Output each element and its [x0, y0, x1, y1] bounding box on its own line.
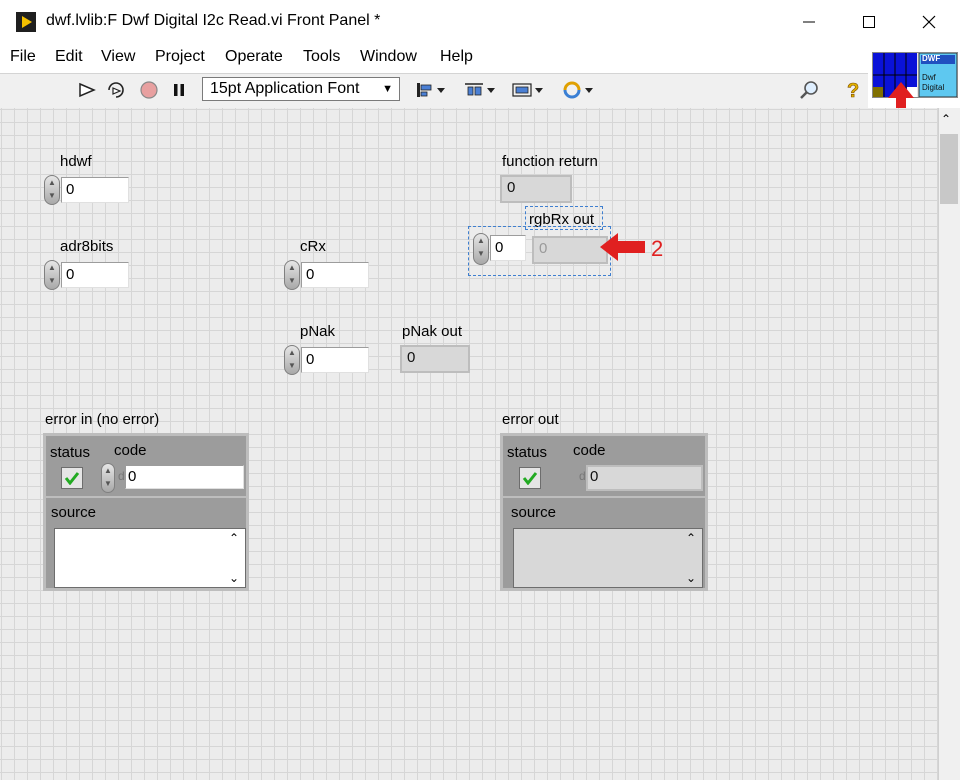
- pause-icon[interactable]: [167, 78, 191, 102]
- pnak-numeric-control[interactable]: 0: [301, 347, 369, 373]
- run-continuously-icon[interactable]: [104, 78, 128, 102]
- check-icon: [522, 472, 538, 485]
- adr8bits-label: adr8bits: [60, 238, 114, 255]
- vertical-scrollbar-thumb[interactable]: [940, 134, 958, 204]
- error-in-code-label: code: [114, 442, 147, 459]
- error-out-source-label: source: [511, 504, 557, 521]
- rgbrx-out-element: 0: [532, 236, 608, 264]
- reorder-icon[interactable]: [560, 78, 596, 102]
- vertical-scrollbar[interactable]: [938, 108, 960, 780]
- error-in-code-control[interactable]: 0: [125, 465, 244, 489]
- crx-numeric-control[interactable]: 0: [301, 262, 369, 288]
- distribute-objects-icon[interactable]: [462, 78, 498, 102]
- hdwf-numeric-control[interactable]: 0: [61, 177, 129, 203]
- scroll-down-icon[interactable]: ⌄: [682, 571, 700, 585]
- scroll-up-icon[interactable]: ⌃: [682, 531, 700, 545]
- error-out-code-radix: d: [579, 469, 586, 483]
- font-select-value: 15pt Application Font: [210, 80, 360, 97]
- help-icon[interactable]: ?: [840, 78, 864, 102]
- menu-view[interactable]: View: [101, 48, 135, 66]
- scroll-up-icon[interactable]: ⌃: [225, 531, 243, 545]
- svg-text:?: ?: [847, 80, 859, 101]
- minimize-icon: [803, 21, 815, 23]
- align-objects-icon[interactable]: [412, 78, 448, 102]
- search-icon[interactable]: [798, 78, 822, 102]
- maximize-button[interactable]: [846, 6, 892, 38]
- minimize-button[interactable]: [786, 6, 832, 38]
- error-in-label: error in (no error): [45, 411, 160, 428]
- error-out-label: error out: [502, 411, 559, 428]
- pnak-increment-decrement[interactable]: ▲ ▼: [284, 345, 300, 375]
- maximize-icon: [863, 16, 875, 28]
- connector-text-3: Digital: [922, 83, 945, 92]
- font-select[interactable]: 15pt Application Font ▼: [202, 77, 400, 101]
- adr8bits-numeric-control[interactable]: 0: [61, 262, 129, 288]
- function-return-label: function return: [502, 153, 598, 170]
- crx-label: cRx: [300, 238, 326, 255]
- menu-file[interactable]: File: [10, 48, 36, 66]
- error-in-cluster: status code ▲ ▼ d 0 source ⌃ ⌄: [43, 433, 249, 591]
- menu-tools[interactable]: Tools: [303, 48, 340, 66]
- menu-help[interactable]: Help: [440, 48, 473, 66]
- hdwf-label: hdwf: [60, 153, 92, 170]
- error-out-code-label: code: [573, 442, 606, 459]
- close-button[interactable]: [906, 6, 952, 38]
- menu-project[interactable]: Project: [155, 48, 205, 66]
- scroll-up-icon[interactable]: ⌃: [941, 112, 951, 126]
- function-return-indicator: 0: [500, 175, 572, 203]
- error-out-cluster: status code d 0 source ⌃ ⌄: [500, 433, 708, 591]
- error-out-status-indicator: [519, 467, 541, 489]
- crx-increment-decrement[interactable]: ▲ ▼: [284, 260, 300, 290]
- menu-window[interactable]: Window: [360, 48, 417, 66]
- hdwf-increment-decrement[interactable]: ▲ ▼: [44, 175, 60, 205]
- error-out-code-indicator: 0: [586, 465, 703, 491]
- pnak-label: pNak: [300, 323, 336, 340]
- callout-2: 2: [651, 236, 664, 261]
- error-in-status-label: status: [50, 444, 91, 461]
- connector-text-1: DWF: [922, 54, 941, 63]
- error-out-source-indicator: ⌃ ⌄: [513, 528, 703, 588]
- adr8bits-increment-decrement[interactable]: ▲ ▼: [44, 260, 60, 290]
- scroll-down-icon[interactable]: ⌄: [225, 571, 243, 585]
- error-in-source-control[interactable]: ⌃ ⌄: [54, 528, 246, 588]
- menu-operate[interactable]: Operate: [225, 48, 283, 66]
- error-in-code-increment-decrement[interactable]: ▲ ▼: [101, 463, 115, 493]
- check-icon: [64, 472, 80, 485]
- abort-icon[interactable]: [137, 78, 161, 102]
- window-title: dwf.lvlib:F Dwf Digital I2c Read.vi Fron…: [46, 12, 381, 29]
- run-arrow-icon[interactable]: [75, 78, 99, 102]
- labview-app-icon: [16, 12, 36, 32]
- error-in-code-radix: d: [118, 469, 125, 483]
- connector-text-2: Dwf: [922, 73, 936, 82]
- resize-objects-icon[interactable]: [510, 78, 546, 102]
- error-in-source-label: source: [51, 504, 97, 521]
- pnak-out-label: pNak out: [402, 323, 463, 340]
- pnak-out-indicator: 0: [400, 345, 470, 373]
- red-arrow-left-icon: [600, 233, 645, 261]
- menu-edit[interactable]: Edit: [55, 48, 83, 66]
- error-in-status-checkbox[interactable]: [61, 467, 83, 489]
- rgbrx-index-increment-decrement[interactable]: ▲ ▼: [473, 233, 489, 265]
- close-icon: [922, 15, 936, 29]
- connector-pane-icon: [873, 53, 957, 97]
- error-out-status-label: status: [507, 444, 548, 461]
- chevron-down-icon: ▼: [382, 83, 393, 95]
- rgbrx-index-control[interactable]: 0: [490, 235, 526, 261]
- vi-connector-pane[interactable]: DWF Dwf Digital: [872, 52, 958, 98]
